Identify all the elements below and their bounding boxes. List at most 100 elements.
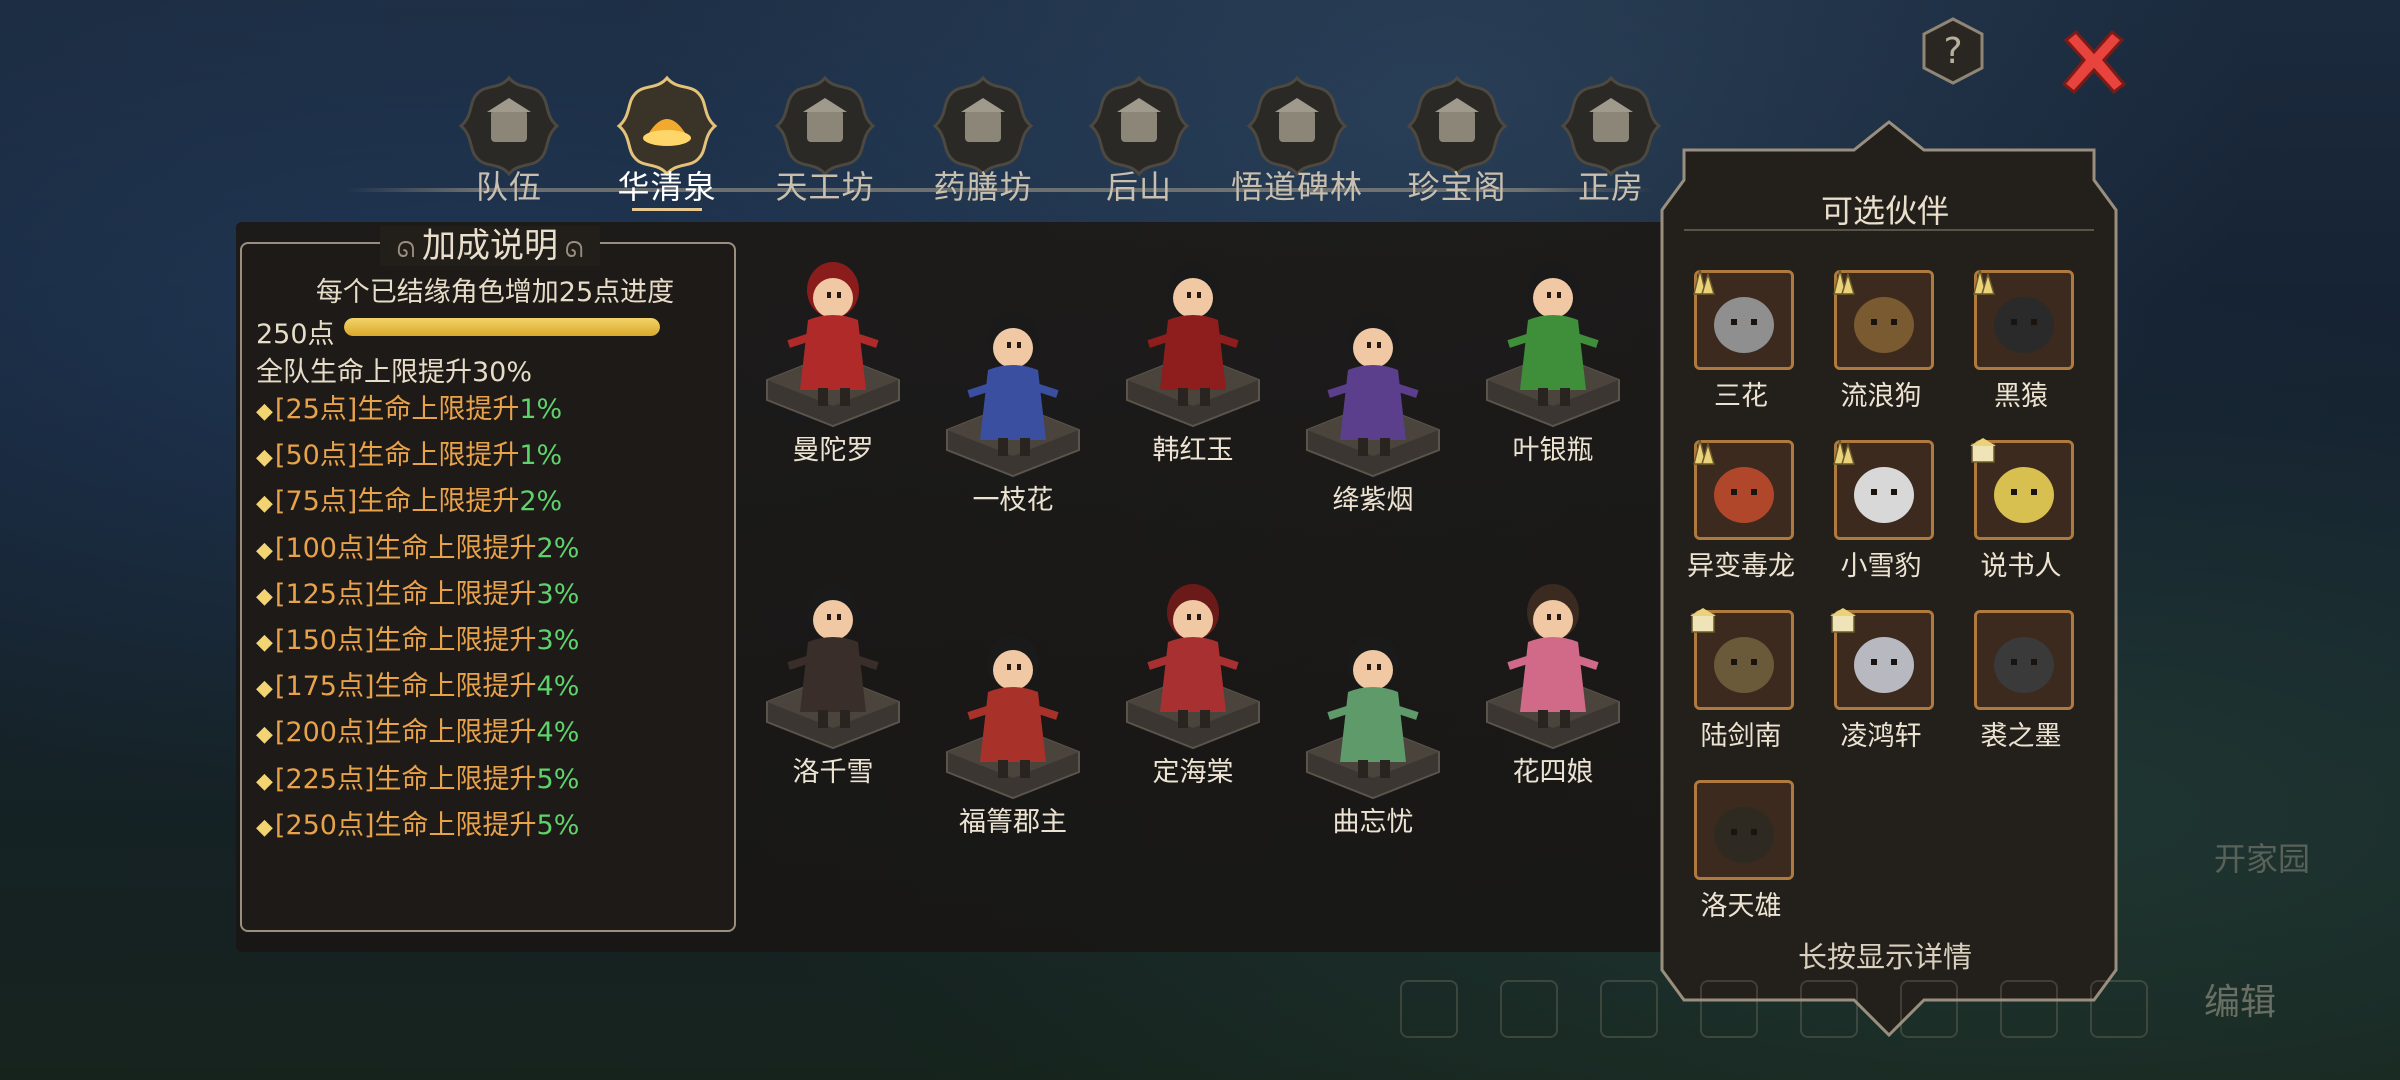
partner-portrait-frame — [1694, 780, 1794, 880]
progress-bar — [344, 318, 660, 336]
character-name: 曲忘忧 — [1332, 807, 1414, 838]
character-sprite — [787, 262, 879, 406]
character-sprite — [1507, 262, 1599, 406]
bonus-threshold: [200点]生命上限提升 — [274, 717, 537, 749]
ornament-left-icon: ᘏ — [396, 238, 422, 263]
bonus-value: 1% — [519, 394, 563, 425]
bonus-threshold: [250点]生命上限提升 — [274, 809, 537, 841]
tab-2[interactable]: 天工坊 — [760, 70, 890, 220]
character-sprite — [1327, 312, 1419, 456]
edit-button[interactable]: 编辑 — [2170, 968, 2310, 1038]
bonus-row: ◆[100点]生命上限提升2% — [256, 529, 726, 575]
character-name: 洛千雪 — [792, 757, 874, 788]
bonus-threshold: [175点]生命上限提升 — [274, 671, 537, 703]
team-slot — [1500, 980, 1558, 1038]
partner-name: 黑猿 — [1994, 381, 2048, 412]
character-card[interactable]: 洛千雪 — [748, 572, 918, 812]
tab-4[interactable]: 后山 — [1074, 70, 1204, 220]
character-sprite — [967, 634, 1059, 778]
bonus-threshold: [50点]生命上限提升 — [274, 440, 520, 472]
character-card[interactable]: 曲忘忧 — [1288, 622, 1458, 862]
open-homestead-button[interactable]: 开家园 — [2090, 830, 2310, 888]
partner-slot[interactable]: 三花 — [1676, 269, 1806, 430]
team-slot — [1900, 980, 1958, 1038]
partner-slot[interactable]: 小雪豹 — [1816, 439, 1946, 600]
partner-name: 说书人 — [1980, 551, 2062, 582]
character-card[interactable]: 一枝花 — [928, 300, 1098, 540]
diamond-icon: ◆ — [256, 399, 273, 424]
bonus-value: 2% — [519, 486, 563, 518]
bonus-threshold: [75点]生命上限提升 — [274, 486, 520, 518]
character-sprite — [967, 312, 1059, 456]
partner-slot[interactable]: 流浪狗 — [1816, 269, 1946, 430]
total-bonus: 全队生命上限提升30% — [256, 357, 533, 388]
book-icon — [1686, 604, 1720, 638]
tab-0[interactable]: 队伍 — [444, 70, 574, 220]
bonus-row: ◆[250点]生命上限提升5% — [256, 806, 726, 852]
active-tab-indicator — [632, 208, 702, 211]
ornament-right-icon: ᘏ — [558, 238, 584, 263]
team-slot — [1700, 980, 1758, 1038]
rank-icon — [1686, 434, 1720, 468]
diamond-icon: ◆ — [256, 814, 273, 840]
close-button[interactable] — [2054, 22, 2134, 102]
partner-slot[interactable]: 凌鸿轩 — [1816, 608, 1946, 770]
bonus-title-text: 加成说明 — [422, 226, 558, 266]
bonus-value: 4% — [536, 717, 580, 749]
team-slot — [2000, 980, 2058, 1038]
character-name: 绛紫烟 — [1332, 485, 1414, 516]
character-sprite — [1147, 584, 1239, 728]
partner-slot[interactable]: 说书人 — [1956, 438, 2086, 600]
character-card[interactable]: 绛紫烟 — [1288, 300, 1458, 540]
tab-label: 悟道碑林 — [1230, 168, 1363, 206]
character-card[interactable]: 定海棠 — [1108, 572, 1278, 812]
rank-icon — [1686, 264, 1720, 298]
tab-label: 队伍 — [475, 168, 542, 206]
character-sprite — [1327, 634, 1419, 778]
diamond-icon: ◆ — [256, 676, 273, 702]
character-card[interactable]: 韩红玉 — [1108, 250, 1278, 490]
partner-slot[interactable]: 洛天雄 — [1676, 780, 1806, 940]
rank-icon — [1826, 264, 1860, 298]
partner-slot[interactable]: 黑猿 — [1956, 269, 2086, 430]
partner-slot[interactable]: 陆剑南 — [1676, 608, 1806, 770]
rank-icon — [1826, 434, 1860, 468]
character-card[interactable]: 福箐郡主 — [928, 622, 1098, 862]
bonus-threshold: [225点]生命上限提升 — [274, 763, 537, 795]
tab-label: 后山 — [1105, 168, 1172, 206]
partner-title: 可选伙伴 — [1820, 192, 1949, 230]
tab-5[interactable]: 悟道碑林 — [1231, 70, 1362, 220]
svg-text:?: ? — [1943, 31, 1962, 72]
partner-slot[interactable]: 异变毒龙 — [1676, 439, 1806, 600]
bonus-row: ◆[225点]生命上限提升5% — [256, 760, 726, 806]
diamond-icon: ◆ — [256, 491, 273, 517]
character-sprite — [787, 584, 879, 728]
bonus-value: 3% — [536, 578, 580, 610]
bonus-title: ᘏ 加成说明 ᘏ — [380, 226, 600, 266]
character-sprite — [1147, 262, 1239, 406]
bonus-row: ◆[150点]生命上限提升3% — [256, 621, 726, 667]
team-slot — [2090, 980, 2148, 1038]
bonus-row: ◆[200点]生命上限提升4% — [256, 713, 726, 759]
house-tag-icon — [1826, 604, 1860, 638]
bonus-threshold: [150点]生命上限提升 — [274, 624, 537, 656]
tab-label: 药膳坊 — [933, 168, 1033, 206]
help-button[interactable]: ? — [1918, 16, 1988, 86]
tab-6[interactable]: 珍宝阁 — [1392, 70, 1522, 220]
tab-1[interactable]: 华清泉 — [602, 70, 732, 220]
character-card[interactable]: 曼陀罗 — [748, 250, 918, 490]
bonus-row: ◆[75点]生命上限提升2% — [256, 482, 726, 528]
bonus-list: ◆[25点]生命上限提升1% ◆[50点]生命上限提升1% ◆[75点]生命上限提升… — [256, 390, 726, 852]
tab-3[interactable]: 药膳坊 — [918, 70, 1048, 220]
character-card[interactable]: 花四娘 — [1468, 572, 1638, 812]
character-name: 一枝花 — [972, 485, 1054, 516]
bonus-row: ◆[50点]生命上限提升1% — [256, 436, 726, 482]
bonus-row: ◆[125点]生命上限提升3% — [256, 575, 726, 621]
character-card[interactable]: 叶银瓶 — [1468, 250, 1638, 490]
character-name: 叶银瓶 — [1512, 435, 1594, 466]
book-icon — [1966, 434, 2000, 468]
partner-slot[interactable]: 裘之墨 — [1956, 610, 2086, 770]
tab-label: 天工坊 — [775, 168, 875, 206]
bonus-value: 5% — [536, 809, 580, 841]
diamond-icon: ◆ — [256, 629, 273, 655]
